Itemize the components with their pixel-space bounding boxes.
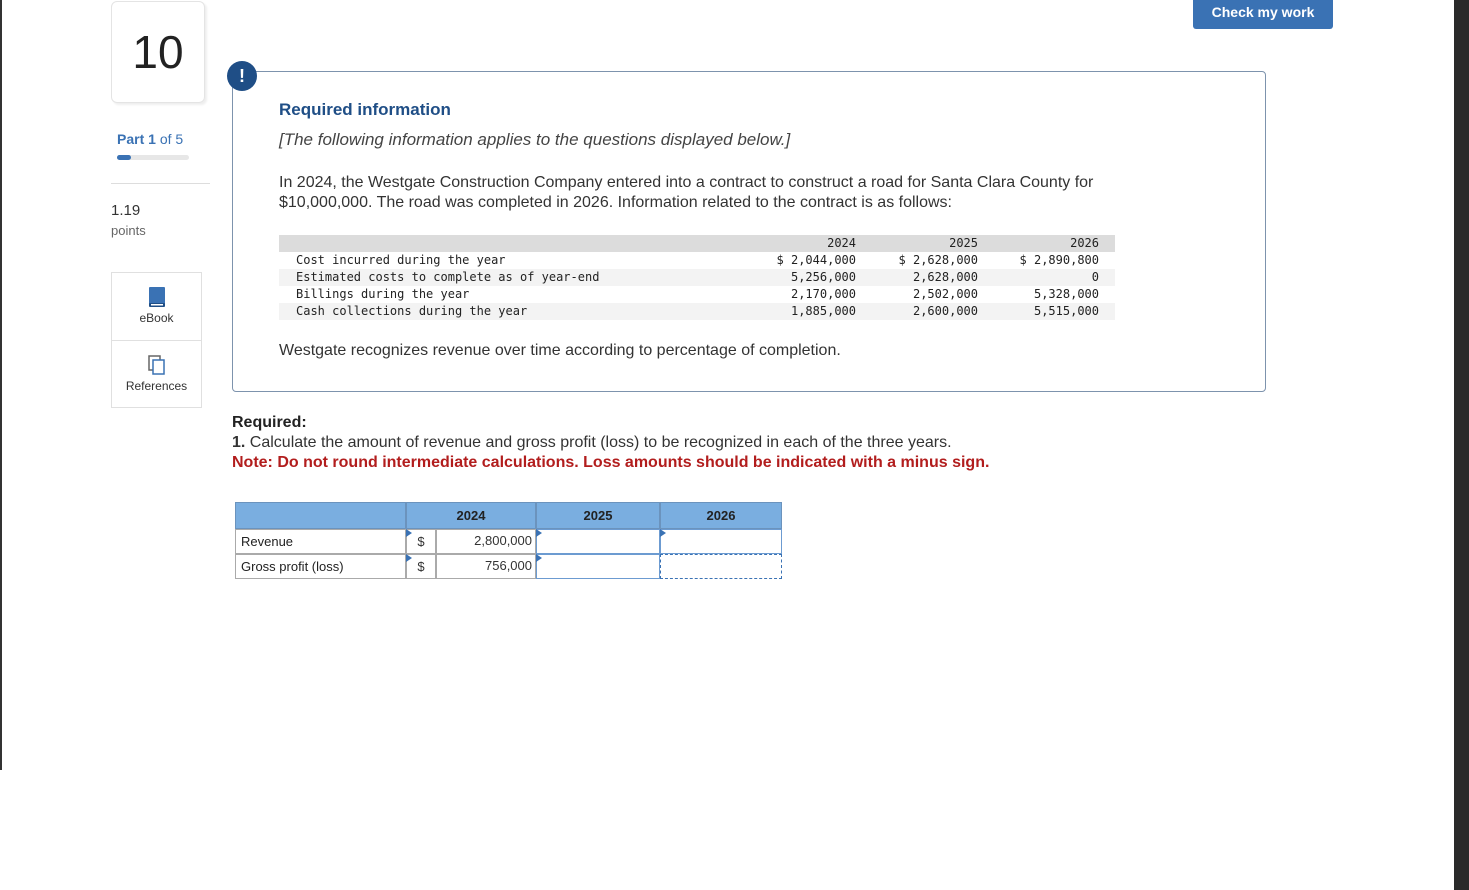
revenue-2025-cell [536,529,660,554]
gross-profit-2026-cell[interactable] [660,554,782,579]
table-row: Cost incurred during the year $ 2,044,00… [279,252,1115,269]
question-number: 10 [111,1,205,103]
question-body: Calculate the amount of revenue and gros… [249,434,952,451]
row-label: Cost incurred during the year [296,253,506,267]
cell-value: 2,502,000 [912,287,978,301]
revenue-2024-value[interactable]: 2,800,000 [436,529,536,554]
year-header: 2026 [1070,236,1099,250]
cell-marker-icon [660,529,666,537]
table-header-row: 2024 2025 2026 [279,235,1115,252]
intro-paragraph: In 2024, the Westgate Construction Compa… [279,174,1094,211]
ebook-label: eBook [139,311,174,325]
row-label: Estimated costs to complete as of year-e… [296,270,600,284]
sidebar-divider [111,183,210,184]
revenue-row-label: Revenue [235,529,406,554]
cell-marker-icon [536,529,542,537]
grid-header-2025: 2025 [536,502,660,529]
copy-pages-icon [147,355,165,375]
required-heading: Required: [232,414,307,431]
window-left-edge [0,0,2,770]
question-text: 1. Calculate the amount of revenue and g… [232,434,952,452]
check-my-work-button[interactable]: Check my work [1193,0,1333,29]
cell-value: 0 [1091,270,1099,284]
rounding-note: Note: Do not round intermediate calculat… [232,454,990,471]
row-label: Billings during the year [296,287,470,301]
cell-value: 5,256,000 [790,270,856,284]
book-icon [148,287,165,307]
part-of-total: of 5 [159,131,184,147]
table-row: Cash collections during the year 1,885,0… [279,303,1115,320]
contract-data-table: 2024 2025 2026 Cost incurred during the … [279,235,1115,320]
cell-marker-icon [536,554,542,562]
table-row: Estimated costs to complete as of year-e… [279,269,1115,286]
cell-value: $ 2,044,000 [776,253,856,267]
cell-value: 2,628,000 [912,270,978,284]
cell-value: $ 2,628,000 [898,253,978,267]
cell-marker-icon [406,554,412,562]
cell-value: 2,170,000 [790,287,856,301]
revenue-2026-input[interactable] [660,529,782,554]
cell-marker-icon [406,529,412,537]
points-label: points [111,223,146,238]
cell-value: 5,515,000 [1033,304,1099,318]
question-number-label: 1. [232,434,246,451]
references-label: References [125,379,188,393]
applies-note: [The following information applies to th… [279,130,791,149]
alert-icon: ! [227,61,257,91]
part-current: 1 [148,131,156,147]
year-header: 2025 [949,236,978,250]
gross-profit-2025-input[interactable] [536,554,660,579]
cell-value: $ 2,890,800 [1019,253,1099,267]
table-row: Billings during the year 2,170,000 2,502… [279,286,1115,303]
points-value: 1.19 [111,202,141,219]
revenue-2025-input[interactable] [536,529,660,554]
gross-profit-2024-value[interactable]: 756,000 [436,554,536,579]
revenue-2026-cell [660,529,782,554]
tools-panel: eBook References [111,272,202,408]
part-indicator: Part 1 of 5 [117,131,183,147]
cell-value: 1,885,000 [790,304,856,318]
window-right-edge [1454,0,1469,890]
cell-value: 5,328,000 [1033,287,1099,301]
gross-profit-row-label: Gross profit (loss) [235,554,406,579]
references-button[interactable]: References [112,341,201,408]
grid-header-2026: 2026 [660,502,782,529]
ebook-button[interactable]: eBook [112,273,201,341]
recognition-method-text: Westgate recognizes revenue over time ac… [279,342,841,359]
cell-value: 2,600,000 [912,304,978,318]
part-progress-fill [117,155,131,160]
gross-profit-2025-cell [536,554,660,579]
part-label: Part [117,131,145,147]
grid-header-2024: 2024 [406,502,536,529]
required-information-title: Required information [279,100,451,119]
year-header: 2024 [827,236,856,250]
grid-corner-header [235,502,406,529]
row-label: Cash collections during the year [296,304,528,318]
